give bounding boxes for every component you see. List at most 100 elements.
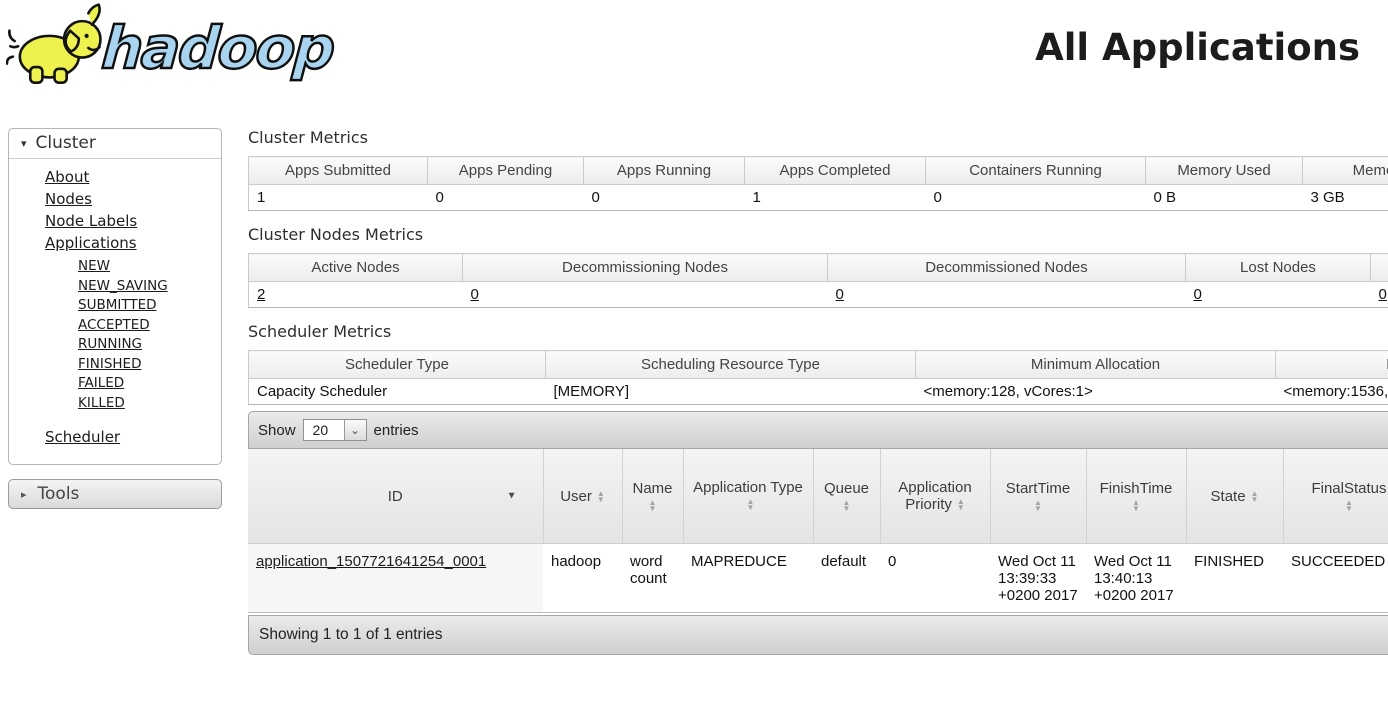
sidebar-item-new-saving: NEW_SAVING bbox=[78, 277, 221, 297]
chevron-right-icon: ▸ bbox=[21, 488, 27, 501]
sort-icon: ▲▼ bbox=[747, 499, 755, 511]
apps-table-footer: Showing 1 to 1 of 1 entries bbox=[248, 615, 1388, 655]
column-header-state[interactable]: State▲▼ bbox=[1186, 449, 1283, 544]
state-finished-link[interactable]: FINISHED bbox=[78, 356, 141, 372]
cluster-metrics-table: Apps Submitted Apps Pending Apps Running… bbox=[248, 156, 1388, 211]
header-decommissioned-nodes: Decommissioned Nodes bbox=[828, 254, 1186, 282]
header-maximum-allocation: Maximum Allocation bbox=[1276, 351, 1388, 379]
value-containers-running: 0 bbox=[926, 185, 1146, 211]
value-apps-completed: 1 bbox=[745, 185, 926, 211]
page-size-select[interactable]: 20 ⌄ bbox=[303, 419, 367, 441]
cell-application-id: application_1507721641254_0001 bbox=[248, 544, 543, 613]
main-content: Cluster Metrics Apps Submitted Apps Pend… bbox=[248, 128, 1388, 655]
sidebar-item-node-labels: Node Labels bbox=[45, 210, 221, 232]
scheduler-metrics-header-row: Scheduler Type Scheduling Resource Type … bbox=[249, 351, 1388, 379]
cluster-metrics-header-row: Apps Submitted Apps Pending Apps Running… bbox=[249, 157, 1388, 185]
entries-label: entries bbox=[374, 422, 419, 439]
value-maximum-allocation: <memory:1536, vCores:4> bbox=[1276, 379, 1388, 405]
application-id-link[interactable]: application_1507721641254_0001 bbox=[256, 553, 486, 570]
column-header-id[interactable]: ID ▼ bbox=[248, 449, 543, 544]
nodes-metrics-header-row: Active Nodes Decommissioning Nodes Decom… bbox=[249, 254, 1388, 282]
value-minimum-allocation: <memory:128, vCores:1> bbox=[916, 379, 1276, 405]
page-header: hadoop All Applications bbox=[0, 0, 1388, 104]
applications-link[interactable]: Applications bbox=[45, 234, 137, 252]
value-apps-running: 0 bbox=[584, 185, 745, 211]
sidebar-item-accepted: ACCEPTED bbox=[78, 316, 221, 336]
sort-icon: ▲▼ bbox=[1251, 491, 1259, 503]
state-accepted-link[interactable]: ACCEPTED bbox=[78, 317, 150, 333]
chevron-down-icon: ⌄ bbox=[344, 420, 366, 440]
state-submitted-link[interactable]: SUBMITTED bbox=[78, 297, 157, 313]
header-active-nodes: Active Nodes bbox=[249, 254, 463, 282]
tools-nav-header[interactable]: ▸ Tools bbox=[8, 479, 222, 509]
app-states-group: NEW NEW_SAVING SUBMITTED ACCEPTED RUNNIN… bbox=[45, 257, 221, 413]
value-decommissioned-nodes: 0 bbox=[828, 282, 1186, 308]
state-new-link[interactable]: NEW bbox=[78, 258, 110, 274]
column-header-queue[interactable]: Queue▲▼ bbox=[813, 449, 880, 544]
showing-entries-status: Showing 1 to 1 of 1 entries bbox=[259, 626, 443, 643]
nodes-metrics-value-row: 2 0 0 0 0 bbox=[249, 282, 1388, 308]
state-killed-link[interactable]: KILLED bbox=[78, 395, 125, 411]
application-row: application_1507721641254_0001 hadoop wo… bbox=[248, 544, 1388, 613]
header-minimum-allocation: Minimum Allocation bbox=[916, 351, 1276, 379]
column-header-application-type[interactable]: Application Type▲▼ bbox=[683, 449, 813, 544]
value-active-nodes: 2 bbox=[249, 282, 463, 308]
sort-icon: ▲▼ bbox=[1342, 500, 1356, 512]
column-header-finishtime[interactable]: FinishTime▲▼ bbox=[1086, 449, 1186, 544]
lost-nodes-link[interactable]: 0 bbox=[1194, 286, 1202, 303]
sidebar-item-killed: KILLED bbox=[78, 394, 221, 414]
value-unhealthy-nodes: 0 bbox=[1371, 282, 1388, 308]
decommissioned-nodes-link[interactable]: 0 bbox=[836, 286, 844, 303]
sidebar-item-running: RUNNING bbox=[78, 335, 221, 355]
header-apps-pending: Apps Pending bbox=[428, 157, 584, 185]
scheduler-metrics-title: Scheduler Metrics bbox=[248, 322, 1388, 341]
sidebar-item-failed: FAILED bbox=[78, 374, 221, 394]
scheduler-link[interactable]: Scheduler bbox=[45, 428, 120, 446]
sidebar-item-nodes: Nodes bbox=[45, 188, 221, 210]
column-header-user[interactable]: User▲▼ bbox=[543, 449, 622, 544]
decommissioning-nodes-link[interactable]: 0 bbox=[471, 286, 479, 303]
value-decommissioning-nodes: 0 bbox=[463, 282, 828, 308]
sort-descending-icon: ▼ bbox=[507, 491, 517, 502]
column-header-name[interactable]: Name▲▼ bbox=[622, 449, 683, 544]
sort-icon: ▲▼ bbox=[1031, 500, 1045, 512]
column-header-application-priority[interactable]: Application Priority▲▼ bbox=[880, 449, 990, 544]
sort-icon: ▲▼ bbox=[646, 500, 660, 512]
column-header-finalstatus[interactable]: FinalStatus▲▼ bbox=[1283, 449, 1388, 544]
app-state-links: NEW NEW_SAVING SUBMITTED ACCEPTED RUNNIN… bbox=[45, 257, 221, 413]
cluster-nav-panel: ▾ Cluster About Nodes Node Labels Applic… bbox=[8, 128, 222, 465]
column-header-starttime[interactable]: StartTime▲▼ bbox=[990, 449, 1086, 544]
unhealthy-nodes-link[interactable]: 0 bbox=[1379, 286, 1387, 303]
value-memory-total: 3 GB bbox=[1303, 185, 1388, 211]
cluster-metrics-value-row: 1 0 0 1 0 0 B 3 GB bbox=[249, 185, 1388, 211]
about-link[interactable]: About bbox=[45, 168, 89, 186]
value-apps-submitted: 1 bbox=[249, 185, 428, 211]
nodes-link[interactable]: Nodes bbox=[45, 190, 92, 208]
page-size-value: 20 bbox=[304, 420, 344, 440]
cell-state: FINISHED bbox=[1186, 544, 1283, 613]
cell-finish-time: Wed Oct 11 13:40:13 +0200 2017 bbox=[1086, 544, 1186, 613]
cluster-nav-header[interactable]: ▾ Cluster bbox=[9, 129, 221, 159]
value-scheduler-type: Capacity Scheduler bbox=[249, 379, 546, 405]
state-failed-link[interactable]: FAILED bbox=[78, 375, 124, 391]
header-decommissioning-nodes: Decommissioning Nodes bbox=[463, 254, 828, 282]
value-scheduling-resource-type: [MEMORY] bbox=[546, 379, 916, 405]
header-memory-total: Memory Total bbox=[1303, 157, 1388, 185]
node-labels-link[interactable]: Node Labels bbox=[45, 212, 137, 230]
sort-icon: ▲▼ bbox=[957, 499, 965, 511]
sort-icon: ▲▼ bbox=[1129, 500, 1143, 512]
sidebar-item-submitted: SUBMITTED bbox=[78, 296, 221, 316]
tools-nav-label: Tools bbox=[38, 484, 80, 504]
sidebar-item-finished: FINISHED bbox=[78, 355, 221, 375]
scheduler-metrics-value-row: Capacity Scheduler [MEMORY] <memory:128,… bbox=[249, 379, 1388, 405]
sidebar-item-new: NEW bbox=[78, 257, 221, 277]
cluster-nodes-metrics-table: Active Nodes Decommissioning Nodes Decom… bbox=[248, 253, 1388, 308]
state-new-saving-link[interactable]: NEW_SAVING bbox=[78, 278, 168, 294]
cell-user: hadoop bbox=[543, 544, 622, 613]
header-scheduling-resource-type: Scheduling Resource Type bbox=[546, 351, 916, 379]
header-apps-submitted: Apps Submitted bbox=[249, 157, 428, 185]
state-running-link[interactable]: RUNNING bbox=[78, 336, 142, 352]
applications-table: ID ▼ User▲▼ Name▲▼ Application Type▲▼ bbox=[248, 449, 1388, 613]
active-nodes-link[interactable]: 2 bbox=[257, 286, 265, 303]
hadoop-logo-text: hadoop bbox=[100, 14, 336, 82]
